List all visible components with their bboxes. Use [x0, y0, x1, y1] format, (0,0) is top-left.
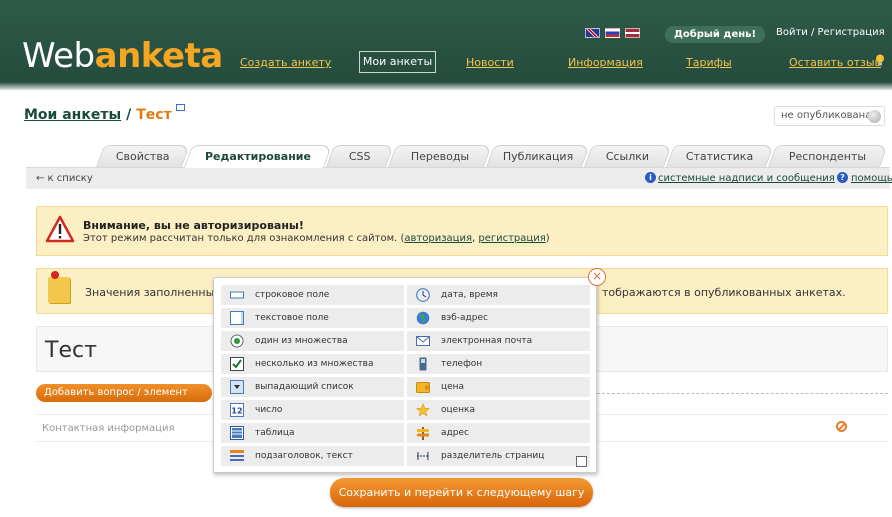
menu-item-table[interactable]: таблица: [221, 423, 404, 443]
menu-item-string-field[interactable]: строковое поле: [221, 285, 404, 305]
auth-warning: Внимание, вы не авторизированы! Этот реж…: [36, 206, 888, 256]
wallet-icon: [416, 382, 430, 393]
element-type-menu: строковое поле текстовое поле один из мн…: [213, 277, 597, 473]
menu-item-single-choice[interactable]: один из множества: [221, 331, 404, 351]
star-icon: [416, 403, 430, 417]
sticky-note-icon: [48, 271, 70, 303]
nav-tariffs[interactable]: Тарифы: [686, 56, 732, 69]
menu-item-rating[interactable]: оценка: [407, 400, 590, 420]
svg-text:12: 12: [231, 407, 242, 416]
breadcrumb: Мои анкеты / Тест: [24, 104, 185, 123]
sub-toolbar: ← к списку i системные надписи и сообщен…: [26, 167, 892, 189]
nav-feedback[interactable]: Оставить отзыв: [789, 56, 881, 69]
clock-icon: [416, 288, 430, 302]
menu-item-number[interactable]: 12 число: [221, 400, 404, 420]
globe-icon: [416, 311, 430, 325]
breadcrumb-my-surveys[interactable]: Мои анкеты: [24, 107, 121, 123]
tab-properties[interactable]: Свойства: [95, 145, 191, 167]
menu-item-text-field[interactable]: текстовое поле: [221, 308, 404, 328]
menu-item-email[interactable]: электронная почта: [407, 331, 590, 351]
page-break-icon: [417, 452, 429, 460]
tab-respondents[interactable]: Респонденты: [767, 145, 889, 167]
menu-item-subheading[interactable]: подзаголовок, текст: [221, 446, 404, 466]
table-icon: [230, 426, 244, 440]
tab-publication[interactable]: Публикация: [485, 145, 591, 167]
menu-item-page-break[interactable]: разделитель страниц: [407, 446, 590, 466]
string-field-icon: [230, 291, 244, 299]
status-dot-icon: [868, 110, 881, 123]
menu-item-dropdown[interactable]: выпадающий список: [221, 377, 404, 397]
tab-css[interactable]: CSS: [325, 145, 395, 167]
publish-status-toggle[interactable]: не опубликована: [774, 106, 885, 126]
breadcrumb-current: Тест: [136, 107, 172, 123]
envelope-icon: [416, 336, 430, 346]
nav-create-survey[interactable]: Создать анкету: [240, 56, 331, 69]
page-break-checkbox[interactable]: [576, 456, 587, 467]
tab-links[interactable]: Ссылки: [583, 145, 673, 167]
tab-translations[interactable]: Переводы: [387, 145, 493, 167]
site-header: Webanketa Создать анкету Мои анкеты Ново…: [0, 0, 892, 90]
help-link[interactable]: помощь: [851, 173, 892, 184]
checkbox-icon: [230, 357, 244, 371]
system-messages-link[interactable]: системные надписи и сообщения: [658, 173, 835, 184]
flag-uk-icon[interactable]: [585, 28, 600, 38]
edit-icon[interactable]: [175, 104, 185, 111]
signpost-icon: [416, 427, 430, 440]
register-link[interactable]: регистрация: [478, 233, 545, 244]
greeting-badge: Добрый день!: [665, 26, 765, 43]
menu-item-phone[interactable]: телефон: [407, 354, 590, 374]
subheading-icon: [230, 450, 244, 461]
menu-item-address[interactable]: адрес: [407, 423, 590, 443]
tab-bar: Свойства Редактирование CSS Переводы Пуб…: [0, 145, 892, 168]
help-icon: ?: [837, 172, 848, 183]
menu-item-datetime[interactable]: дата, время: [407, 285, 590, 305]
add-question-button[interactable]: Добавить вопрос / элемент: [36, 384, 212, 402]
warning-title: Внимание, вы не авторизированы!: [83, 219, 304, 232]
close-icon[interactable]: ×: [588, 268, 606, 286]
tab-editing[interactable]: Редактирование: [183, 145, 333, 168]
menu-item-price[interactable]: цена: [407, 377, 590, 397]
tab-statistics[interactable]: Статистика: [665, 145, 775, 167]
logo[interactable]: Webanketa: [22, 36, 223, 76]
text-field-icon: [230, 311, 244, 325]
nav-my-surveys[interactable]: Мои анкеты: [359, 51, 436, 73]
flag-lv-icon[interactable]: [625, 28, 640, 38]
back-to-list-link[interactable]: ← к списку: [36, 173, 93, 184]
menu-item-web-address[interactable]: вэб-адрес: [407, 308, 590, 328]
language-flags: [585, 28, 640, 38]
divider: [592, 393, 888, 394]
warning-text: Этот режим рассчитан только для ознакомл…: [83, 233, 550, 244]
nav-info[interactable]: Информация: [568, 56, 643, 69]
phone-icon: [419, 357, 427, 371]
menu-item-multi-choice[interactable]: несколько из множества: [221, 354, 404, 374]
form-title: Тест: [45, 338, 97, 363]
flag-ru-icon[interactable]: [605, 28, 620, 38]
number-icon: 12: [230, 403, 244, 417]
delete-icon[interactable]: [836, 421, 847, 432]
info-icon: i: [645, 172, 656, 183]
radio-icon: [230, 334, 244, 348]
lightbulb-icon: [876, 54, 884, 66]
login-register-link[interactable]: Войти / Регистрация: [776, 27, 885, 38]
save-next-button[interactable]: Сохранить и перейти к следующему шагу: [330, 478, 593, 507]
warning-icon: [45, 215, 75, 243]
auth-link[interactable]: авторизация: [404, 233, 472, 244]
dropdown-icon: [230, 380, 244, 394]
nav-news[interactable]: Новости: [466, 56, 514, 69]
